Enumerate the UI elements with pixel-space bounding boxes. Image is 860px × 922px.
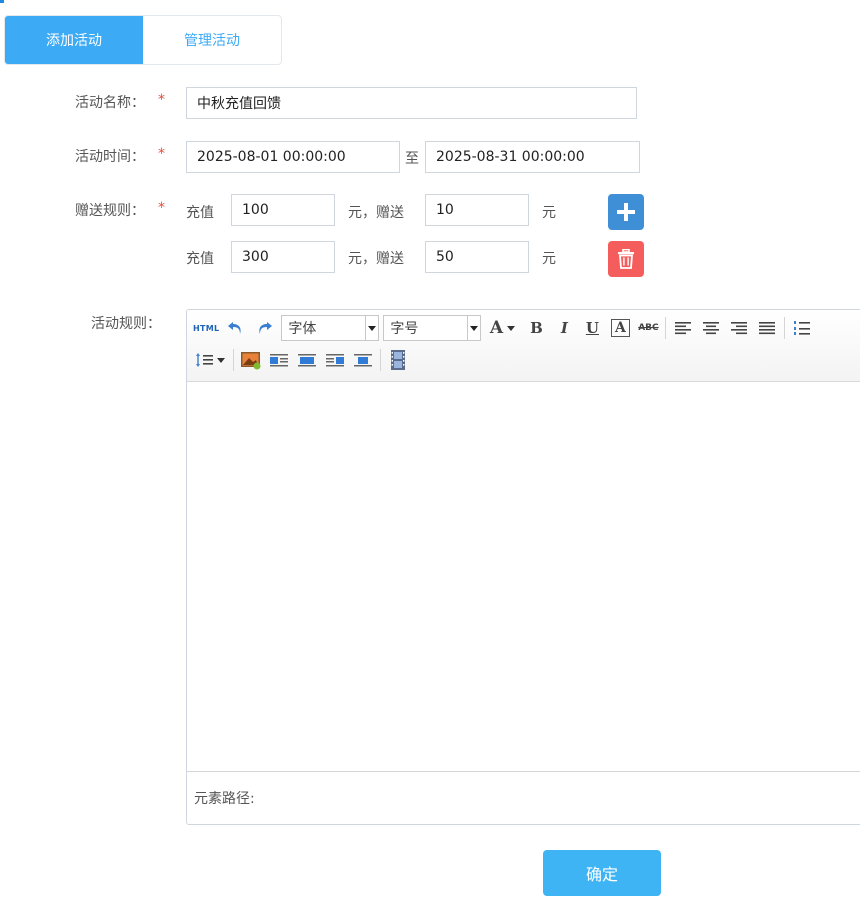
activity-time-label: 活动时间： [75,149,145,165]
insert-image-icon[interactable] [240,348,262,372]
float-left-icon[interactable] [296,348,318,372]
activity-name-label: 活动名称： [75,95,145,111]
chevron-down-icon [217,357,225,363]
align-justify-icon[interactable] [756,316,778,340]
gift-amount-input[interactable] [425,194,529,226]
float-right-icon[interactable] [324,348,346,372]
recharge-amount-input[interactable] [231,241,335,273]
plus-icon [617,203,635,221]
tab-add-activity[interactable]: 添加活动 [5,16,143,64]
activity-name-input[interactable] [186,87,637,119]
recharge-label: 充值 [186,205,214,221]
gift-label: 元，赠送 [348,205,404,221]
add-rule-button[interactable] [608,194,644,230]
html-source-button[interactable]: HTML [193,316,219,340]
tab-bar: 添加活动 管理活动 [4,15,282,65]
border-text-button[interactable]: A [609,316,631,340]
tab-manage-activity[interactable]: 管理活动 [143,16,281,64]
gift-label: 元，赠送 [348,251,404,267]
end-time-input[interactable] [425,141,640,173]
insert-video-icon[interactable] [387,348,409,372]
confirm-button[interactable]: 确定 [543,850,661,896]
font-family-select[interactable]: 字体 [281,315,380,341]
line-height-button[interactable] [193,348,227,372]
editor-status-bar: 元素路径: [187,771,860,824]
recharge-label: 充值 [186,251,214,267]
trash-icon [618,249,634,269]
chevron-down-icon [507,325,516,331]
gift-amount-input[interactable] [425,241,529,273]
align-center-icon[interactable] [700,316,722,340]
start-time-input[interactable] [186,141,400,173]
required-mark: * [158,200,165,216]
redo-icon[interactable] [253,316,275,340]
element-path-label: 元素路径: [194,791,255,807]
editor-toolbar: HTML 字体 字号 A B I U A ABC [187,310,860,382]
bold-button[interactable]: B [525,316,547,340]
strikethrough-button[interactable]: ABC [637,316,659,340]
unit-label: 元 [542,251,556,267]
activity-rules-label: 活动规则： [91,316,161,332]
delete-rule-button[interactable] [608,241,644,277]
gift-rules-label: 赠送规则： [75,203,145,219]
unit-label: 元 [542,205,556,221]
italic-button[interactable]: I [553,316,575,340]
undo-icon[interactable] [225,316,247,340]
float-center-icon[interactable] [352,348,374,372]
float-none-icon[interactable] [268,348,290,372]
to-separator: 至 [405,151,419,167]
recharge-amount-input[interactable] [231,194,335,226]
corner-accent [0,0,4,3]
align-right-icon[interactable] [728,316,750,340]
font-size-select[interactable]: 字号 [383,315,482,341]
line-height-icon [196,353,213,367]
ordered-list-icon[interactable] [791,316,813,340]
underline-button[interactable]: U [581,316,603,340]
chevron-down-icon [365,316,378,340]
editor-content-area[interactable] [187,382,860,772]
rich-text-editor: HTML 字体 字号 A B I U A ABC 元素路径: [186,309,860,825]
align-left-icon[interactable] [672,316,694,340]
chevron-down-icon [467,316,480,340]
font-color-button[interactable]: A [485,316,519,340]
required-mark: * [158,92,165,108]
required-mark: * [158,146,165,162]
